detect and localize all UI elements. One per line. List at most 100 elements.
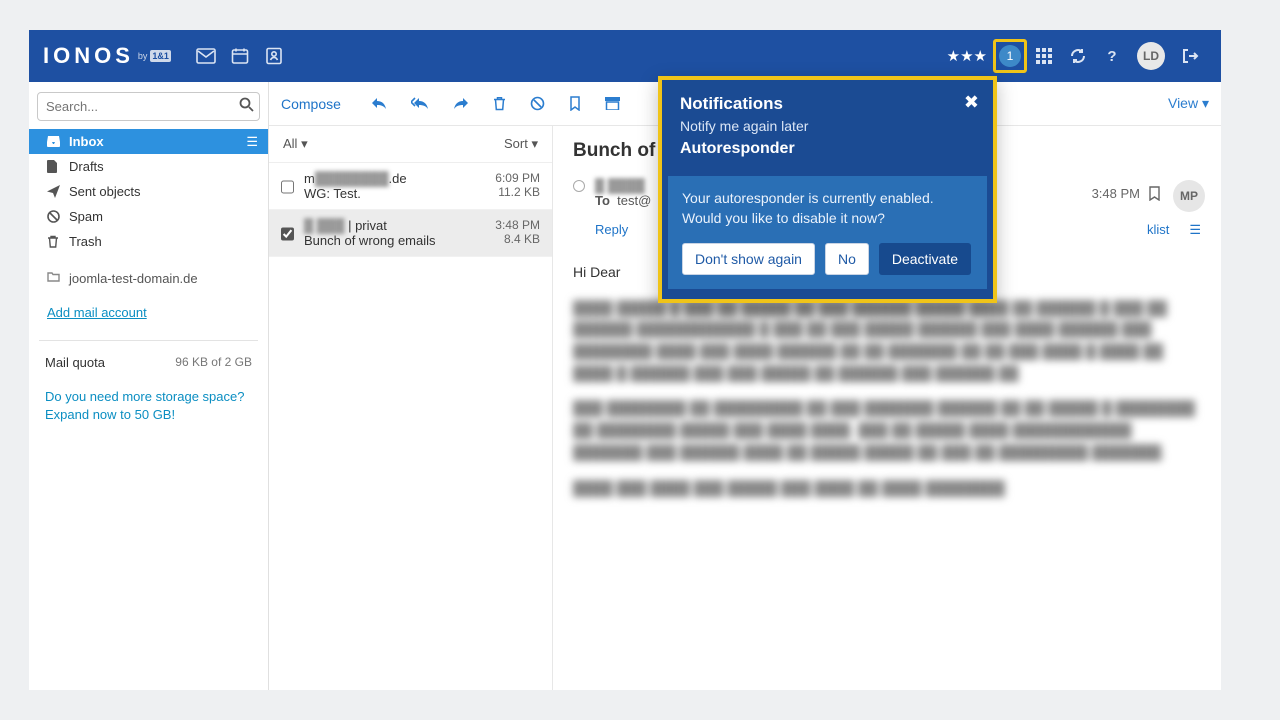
message-subject: Bunch of wrong emails (304, 233, 485, 248)
popover-section-title: Autoresponder (662, 140, 993, 164)
flag-icon[interactable] (1148, 186, 1161, 201)
search-wrap (37, 92, 260, 121)
no-button[interactable]: No (825, 243, 869, 275)
filter-label: All (283, 136, 297, 151)
popover-section: Your autoresponder is currently enabled.… (668, 176, 987, 289)
popover-title: Notifications (680, 94, 975, 114)
message-size: 11.2 KB (495, 185, 540, 199)
brand-by: by (138, 51, 148, 61)
message-time: 6:09 PM (495, 171, 540, 185)
header-bar: IONOS by 1&1 ★★★ 1 ? LD (29, 30, 1221, 82)
popover-line1: Your autoresponder is currently enabled. (682, 188, 973, 208)
close-icon[interactable]: ✖ (964, 92, 979, 113)
read-status-icon[interactable] (573, 180, 585, 192)
add-mail-account-link[interactable]: Add mail account (29, 293, 268, 332)
message-checkbox[interactable] (281, 220, 294, 248)
view-label: View (1168, 95, 1198, 111)
from-suffix: .de (389, 171, 407, 186)
search-input[interactable] (37, 92, 260, 121)
brand-logo: IONOS (43, 43, 134, 69)
message-subject: WG: Test. (304, 186, 485, 201)
body-para: ████ █████ █ ███ ██ █████ ██ ███ ██████ … (573, 298, 1201, 385)
reply-icon[interactable] (371, 97, 387, 111)
compose-button[interactable]: Compose (281, 96, 341, 112)
message-size: 8.4 KB (495, 232, 540, 246)
apps-grid-icon[interactable] (1027, 39, 1061, 73)
sort-dropdown[interactable]: Sort ▾ (504, 136, 538, 152)
body-para: ███ ████████ ██ █████████ ██ ███ ███████… (573, 398, 1201, 463)
filter-all-dropdown[interactable]: All ▾ (283, 136, 308, 152)
message-list: All ▾ Sort ▾ m████████.de WG: Test. 6:09… (269, 126, 553, 690)
refresh-icon[interactable] (1061, 39, 1095, 73)
mail-icon[interactable] (189, 39, 223, 73)
ban-icon (47, 210, 60, 223)
notification-badge[interactable]: 1 (999, 45, 1021, 67)
brand-sublogo: by 1&1 (138, 50, 171, 62)
to-label: To (595, 193, 610, 208)
body-para: ████ ███ ████ ███ █████ ███ ████ ██ ████… (573, 478, 1201, 500)
storage-line2: Expand now to 50 GB! (45, 406, 252, 424)
reader-to: To test@ (595, 193, 655, 208)
folder-menu-icon[interactable]: ☰ (246, 134, 258, 150)
mail-quota: Mail quota 96 KB of 2 GB (39, 340, 258, 378)
delete-icon[interactable] (493, 96, 506, 111)
body: Inbox ☰ Drafts Sent objects Spam (29, 82, 1221, 690)
time-text: 3:48 PM (1092, 186, 1140, 201)
message-checkbox[interactable] (281, 173, 294, 201)
folder-spam[interactable]: Spam (29, 204, 268, 229)
forward-icon[interactable] (453, 97, 469, 111)
help-icon[interactable]: ? (1095, 39, 1129, 73)
view-dropdown[interactable]: View ▾ (1168, 95, 1209, 112)
from-blur: █ ███ (304, 218, 344, 233)
to-value: test@ (617, 193, 651, 208)
send-icon (47, 185, 60, 198)
search-icon[interactable] (239, 97, 254, 112)
folder-inbox[interactable]: Inbox ☰ (29, 129, 268, 154)
blocklist-text: klist (1147, 222, 1169, 237)
folder-icon (47, 271, 60, 282)
sender-avatar: MP (1173, 180, 1205, 212)
trash-icon (47, 235, 59, 248)
quota-label: Mail quota (45, 355, 105, 370)
storage-line1: Do you need more storage space? (45, 388, 252, 406)
popover-line2: Would you like to disable it now? (682, 208, 973, 228)
folder-trash[interactable]: Trash (29, 229, 268, 254)
message-item[interactable]: █ ███ | privat Bunch of wrong emails 3:4… (269, 210, 552, 257)
reader-from: █ ████ (595, 178, 655, 193)
folder-drafts[interactable]: Drafts (29, 154, 268, 179)
folder-sent[interactable]: Sent objects (29, 179, 268, 204)
reader-timestamp: 3:48 PM (1092, 186, 1161, 201)
dont-show-again-button[interactable]: Don't show again (682, 243, 815, 275)
contacts-icon[interactable] (257, 39, 291, 73)
folder-label: Trash (69, 234, 102, 249)
calendar-icon[interactable] (223, 39, 257, 73)
folder-label: Sent objects (69, 184, 141, 199)
stars-icon[interactable]: ★★★ (947, 47, 987, 65)
spam-icon[interactable] (530, 96, 545, 111)
from-blur: ████████ (315, 171, 389, 186)
bookmark-icon[interactable] (569, 96, 581, 111)
from-suffix: | privat (344, 218, 386, 233)
sidebar: Inbox ☰ Drafts Sent objects Spam (29, 82, 269, 690)
sort-label: Sort (504, 136, 528, 151)
message-item[interactable]: m████████.de WG: Test. 6:09 PM 11.2 KB (269, 163, 552, 210)
popover-text: Your autoresponder is currently enabled.… (682, 188, 973, 229)
deactivate-button[interactable]: Deactivate (879, 243, 971, 275)
storage-upsell-link[interactable]: Do you need more storage space? Expand n… (29, 378, 268, 434)
app-frame: IONOS by 1&1 ★★★ 1 ? LD (29, 30, 1221, 690)
mail-account[interactable]: joomla-test-domain.de (29, 264, 268, 293)
svg-text:?: ? (1107, 48, 1116, 65)
popover-subtitle: Notify me again later (680, 118, 975, 134)
message-time: 3:48 PM (495, 218, 540, 232)
message-from: █ ███ | privat (304, 218, 485, 233)
reply-all-icon[interactable] (411, 97, 429, 111)
blocklist-link[interactable]: klist (1147, 222, 1169, 238)
list-header: All ▾ Sort ▾ (269, 126, 552, 163)
logout-icon[interactable] (1173, 39, 1207, 73)
more-menu-icon[interactable]: ☰ (1189, 222, 1201, 238)
reply-link[interactable]: Reply (595, 222, 628, 238)
user-avatar[interactable]: LD (1137, 42, 1165, 70)
brand-1and1: 1&1 (150, 50, 171, 62)
notification-badge-highlight: 1 (993, 39, 1027, 73)
archive-icon[interactable] (605, 97, 620, 110)
